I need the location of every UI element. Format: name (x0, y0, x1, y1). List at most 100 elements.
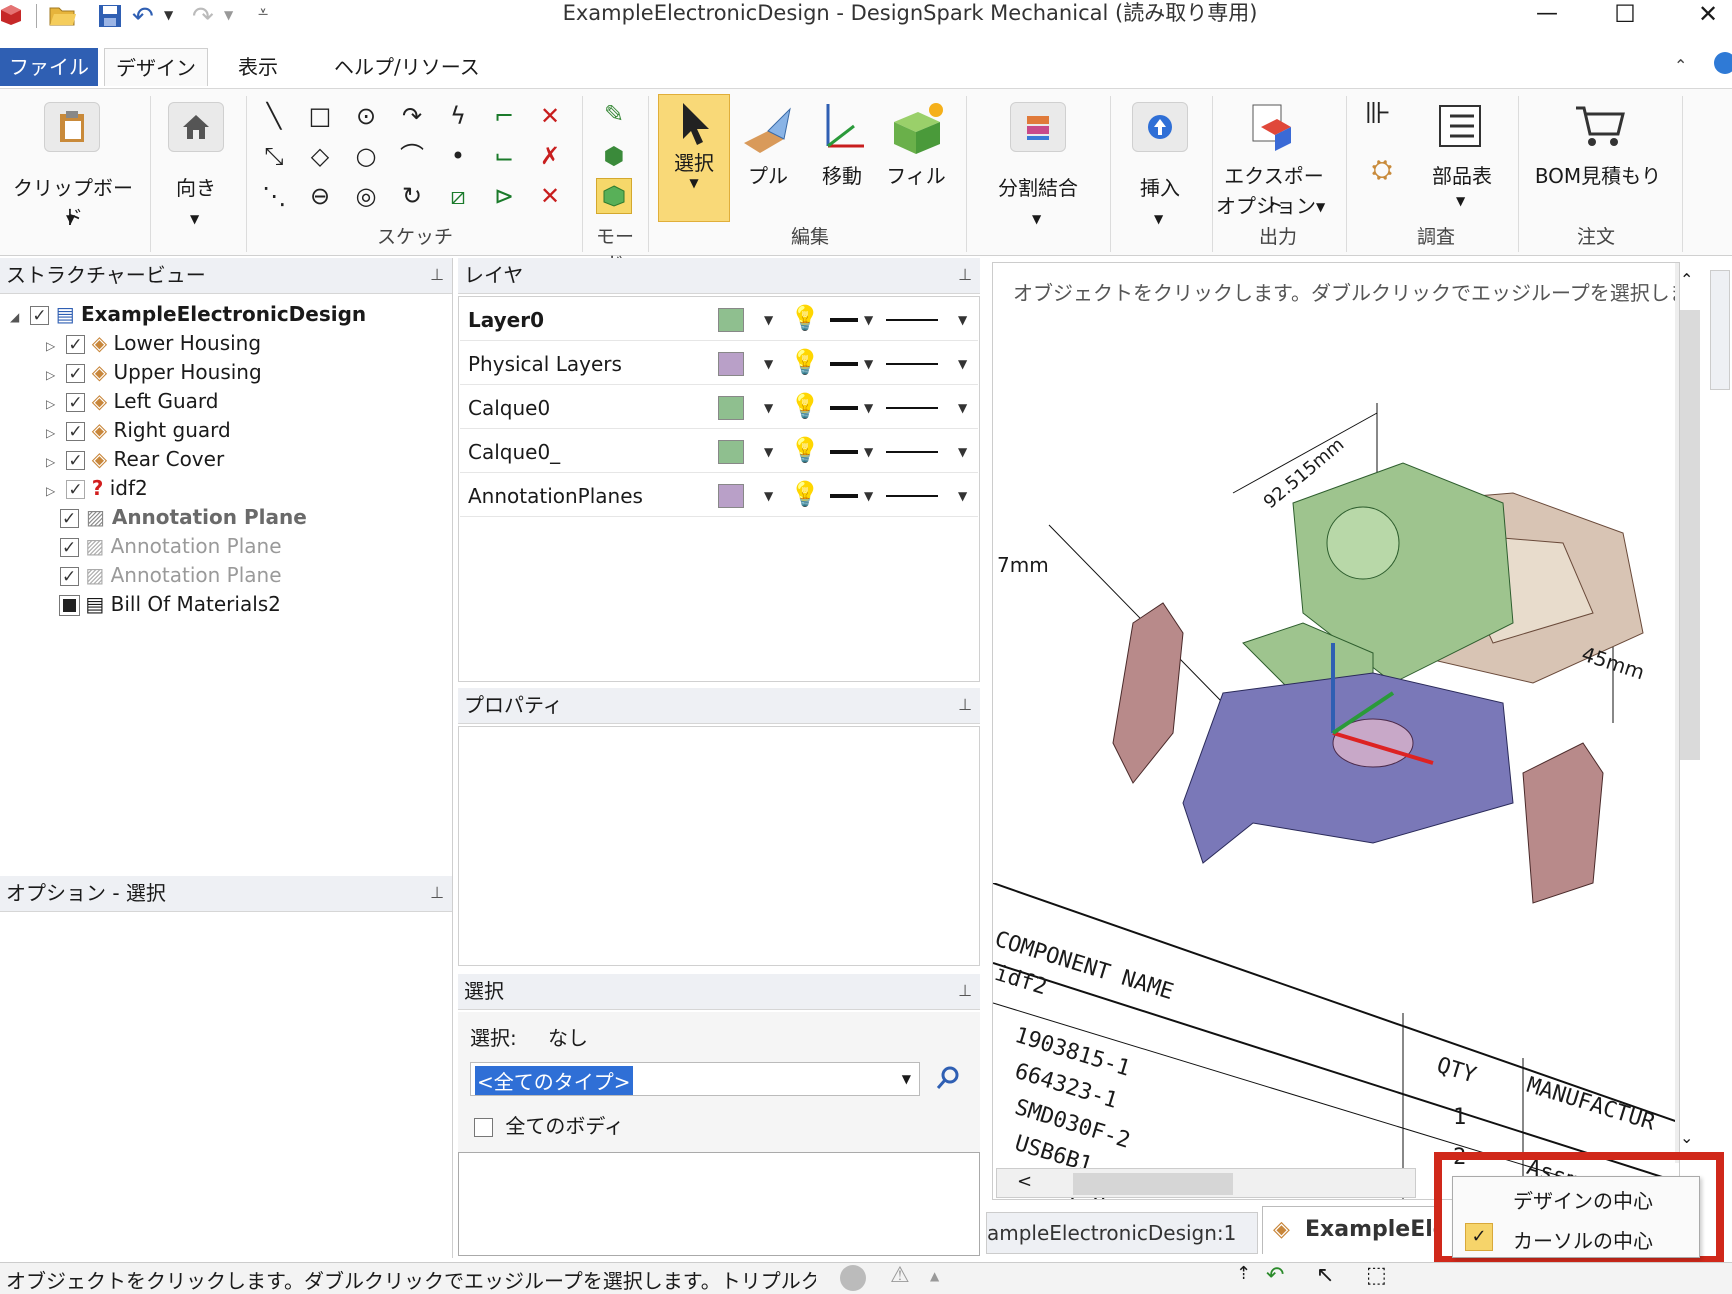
horizontal-scrollbar[interactable]: < (996, 1168, 1416, 1198)
tree-checkbox[interactable] (66, 389, 86, 418)
line-weight-icon[interactable] (830, 406, 858, 410)
tree-checkbox[interactable] (60, 563, 79, 592)
project-tool-icon[interactable]: ⊳ (490, 182, 518, 210)
tree-checkbox[interactable] (66, 447, 86, 476)
layer-color-swatch[interactable] (718, 440, 744, 464)
side-tab[interactable] (1710, 270, 1730, 390)
select-button[interactable]: 選択 ▼ (658, 94, 730, 222)
line-style-dropdown-icon[interactable]: ▼ (958, 401, 967, 415)
construction-line-icon[interactable]: ⋱ (260, 182, 288, 210)
bom-icon[interactable] (1434, 100, 1486, 152)
help-icon[interactable] (1714, 52, 1732, 74)
ellipse-tool-icon[interactable]: ◎ (352, 182, 380, 210)
line-style-dropdown-icon[interactable]: ▼ (958, 489, 967, 503)
three-point-rect-icon[interactable]: ◇ (306, 142, 334, 170)
spline-tool-icon[interactable]: ϟ (444, 102, 472, 130)
line-tool-icon[interactable]: ╲ (260, 102, 288, 130)
type-filter-select[interactable]: <全てのタイプ> ▼ (470, 1062, 920, 1096)
layer-row[interactable]: Calque0 ▼ 💡 ▼ ▼ (460, 386, 978, 429)
fill-label[interactable]: フィル (886, 160, 946, 189)
doc-tab[interactable]: ampleElectronicDesign:1 (986, 1212, 1258, 1254)
orient-dropdown-icon[interactable]: ▼ (190, 212, 199, 226)
collapse-ribbon-icon[interactable]: ⌃ (1674, 56, 1687, 75)
undo-dropdown-icon[interactable]: ▼ (164, 8, 173, 22)
layer-row[interactable]: Physical Layers ▼ 💡 ▼ ▼ (460, 342, 978, 385)
orient-label[interactable]: 向き (160, 172, 232, 201)
tree-item-bill-of-materials[interactable]: ▤ Bill Of Materials2 (59, 590, 281, 619)
tree-checkbox[interactable] (66, 360, 86, 389)
save-icon[interactable] (98, 4, 122, 28)
layer-row[interactable]: Layer0 ▼ 💡 ▼ ▼ (460, 298, 978, 341)
fill-icon[interactable] (886, 98, 946, 158)
menu-item-cursor-center[interactable]: ✓ カーソルの中心 (1453, 1217, 1699, 1257)
pin-icon[interactable]: ⊥ (958, 688, 972, 722)
up-arrow-icon[interactable]: ⇡ (1236, 1263, 1251, 1284)
color-dropdown-icon[interactable]: ▼ (764, 357, 773, 371)
section-mode-icon[interactable]: ⬢ (600, 142, 628, 170)
pull-label[interactable]: プル (740, 160, 796, 189)
tree-item-rear-cover[interactable]: ▷ ◈ Rear Cover (46, 445, 224, 476)
split-dropdown-icon[interactable]: ▼ (1032, 212, 1041, 226)
select-tool-icon[interactable]: ↖ (1316, 1263, 1334, 1288)
measure-icon[interactable]: ⊪ (1364, 99, 1392, 129)
layer-color-swatch[interactable] (718, 352, 744, 376)
cutter-icon[interactable]: ⛭ (1368, 156, 1396, 184)
redo-dropdown-icon[interactable]: ▼ (224, 8, 233, 22)
line-style-icon[interactable] (886, 319, 938, 321)
tab-file[interactable]: ファイル(F) (0, 48, 98, 117)
all-bodies-checkbox[interactable] (474, 1118, 493, 1137)
line-weight-icon[interactable] (830, 450, 858, 454)
bom-dropdown-icon[interactable]: ▼ (1456, 194, 1465, 208)
tree-item-idf2[interactable]: ▷ ? idf2 (46, 474, 148, 505)
line-weight-icon[interactable] (830, 362, 858, 366)
tab-help[interactable]: ヘルプ/リソース (322, 48, 492, 86)
sketch-mode-icon[interactable]: ✎ (600, 100, 628, 128)
tab-design[interactable]: デザイン (104, 48, 208, 86)
warning-icon[interactable]: ⚠ (890, 1263, 910, 1288)
clipboard-icon[interactable] (44, 102, 100, 152)
horizontal-scrollbar-thumb[interactable] (1073, 1173, 1233, 1195)
design-viewport[interactable]: オブジェクトをクリックします。ダブルクリックでエッジループを選択します。 92.… (992, 262, 1680, 1200)
sweep-arc-icon[interactable]: ↻ (398, 182, 426, 210)
line-weight-icon[interactable] (830, 494, 858, 498)
pin-icon[interactable]: ⊥ (958, 974, 972, 1008)
visible-bulb-icon[interactable]: 💡 (790, 436, 820, 464)
tab-view[interactable]: 表示 (226, 48, 290, 86)
line-style-icon[interactable] (886, 495, 938, 497)
qat-customize-icon[interactable]: ⩡ (258, 2, 268, 23)
line-weight-dropdown-icon[interactable]: ▼ (864, 489, 873, 503)
tree-checkbox[interactable] (66, 476, 86, 505)
color-dropdown-icon[interactable]: ▼ (764, 489, 773, 503)
three-point-circle-icon[interactable]: ○ (352, 142, 380, 170)
line-weight-dropdown-icon[interactable]: ▼ (864, 445, 873, 459)
undo-view-icon[interactable]: ↶ (1266, 1263, 1284, 1288)
tree-checkbox[interactable] (66, 418, 86, 447)
insert-label[interactable]: 挿入 (1124, 172, 1196, 201)
tree-item-right-guard[interactable]: ▷ ◈ Right guard (46, 416, 231, 447)
pin-icon[interactable]: ⊥ (430, 876, 444, 910)
all-bodies-option[interactable]: 全てのボディ (474, 1110, 624, 1139)
scroll-left-icon[interactable]: < (1017, 1171, 1032, 1192)
undo-icon[interactable]: ↶ (132, 2, 154, 32)
polygon-tool-icon[interactable]: ⧄ (444, 182, 472, 210)
color-dropdown-icon[interactable]: ▼ (764, 313, 773, 327)
tangent-arc-icon[interactable]: ⌒ (398, 142, 426, 170)
line-weight-dropdown-icon[interactable]: ▼ (864, 401, 873, 415)
line-weight-icon[interactable] (830, 318, 858, 322)
tree-item-left-guard[interactable]: ▷ ◈ Left Guard (46, 387, 218, 418)
menu-item-design-center[interactable]: デザインの中心 (1453, 1177, 1699, 1217)
vertical-scrollbar-thumb[interactable] (1680, 310, 1700, 760)
close-button[interactable]: ✕ (1690, 0, 1726, 28)
open-folder-icon[interactable] (48, 2, 78, 28)
3d-mode-button[interactable] (596, 178, 632, 214)
tree-checkbox[interactable] (66, 331, 86, 360)
move-icon[interactable] (812, 98, 872, 158)
shopping-cart-icon[interactable] (1570, 100, 1630, 152)
layer-row[interactable]: Calque0_ ▼ 💡 ▼ ▼ (460, 430, 978, 473)
redo-icon[interactable]: ↷ (192, 2, 214, 32)
export-options-icon[interactable] (1244, 98, 1304, 158)
circle-tool-icon[interactable]: ⊙ (352, 102, 380, 130)
line-style-dropdown-icon[interactable]: ▼ (958, 445, 967, 459)
split-curve-icon[interactable]: ✗ (536, 142, 564, 170)
search-icon[interactable] (934, 1064, 962, 1092)
